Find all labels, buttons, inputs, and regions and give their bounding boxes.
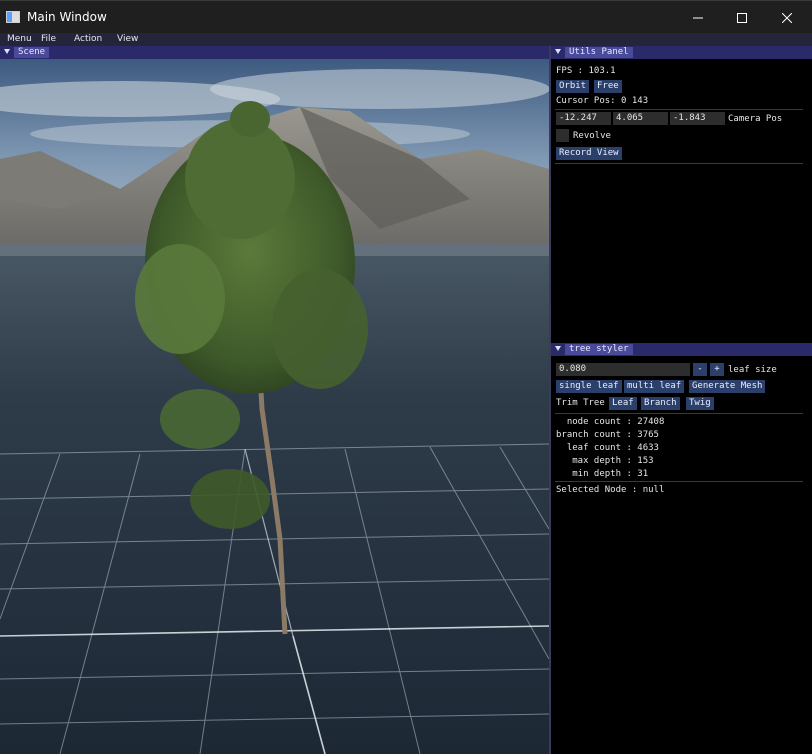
minimize-icon: [693, 17, 703, 18]
camera-pos-y-input[interactable]: 4.065: [613, 112, 668, 125]
trim-twig-button[interactable]: Twig: [686, 397, 714, 410]
selected-node-label: Selected Node : null: [556, 485, 665, 495]
camera-pos-label: Camera Pos: [728, 114, 783, 124]
free-button[interactable]: Free: [594, 80, 622, 93]
app-icon: [6, 11, 20, 23]
scene-render: [0, 59, 549, 754]
orbit-button[interactable]: Orbit: [556, 80, 590, 93]
separator: [555, 413, 803, 414]
collapse-triangle-icon[interactable]: [555, 49, 561, 54]
multi-leaf-button[interactable]: multi leaf: [624, 380, 685, 393]
collapse-triangle-icon[interactable]: [555, 346, 561, 351]
menu-item-view[interactable]: View: [117, 34, 138, 44]
scene-panel-header[interactable]: Scene: [0, 46, 549, 59]
generate-mesh-button[interactable]: Generate Mesh: [689, 380, 766, 393]
single-leaf-button[interactable]: single leaf: [556, 380, 622, 393]
min-depth-stat: min depth : 31: [556, 469, 649, 479]
leaf-size-decrement-button[interactable]: -: [693, 363, 707, 376]
window-title: Main Window: [27, 10, 107, 24]
separator: [555, 109, 803, 110]
close-button[interactable]: [765, 1, 809, 34]
revolve-checkbox[interactable]: [556, 129, 569, 142]
revolve-label: Revolve: [573, 131, 611, 141]
max-depth-stat: max depth : 153: [556, 456, 654, 466]
node-count-stat: node count : 27408: [556, 417, 665, 427]
scene-panel-title: Scene: [14, 47, 50, 58]
separator: [555, 163, 803, 164]
collapse-triangle-icon[interactable]: [4, 49, 10, 54]
menu-bar: Menu File Action View: [0, 33, 812, 46]
separator: [555, 481, 803, 482]
scene-viewport[interactable]: [0, 59, 549, 754]
camera-pos-z-input[interactable]: -1.843: [670, 112, 725, 125]
tree-styler-header[interactable]: tree styler: [551, 343, 812, 356]
menu-item-file[interactable]: File: [41, 34, 56, 44]
utils-panel-title: Utils Panel: [565, 47, 633, 58]
leaf-size-label: leaf size: [728, 365, 777, 375]
menu-item-action[interactable]: Action: [74, 34, 102, 44]
leaf-size-increment-button[interactable]: +: [710, 363, 724, 376]
minimize-button[interactable]: [676, 1, 720, 34]
close-icon: [782, 12, 792, 23]
maximize-icon: [737, 12, 747, 23]
cursor-pos-label: Cursor Pos: 0 143: [556, 96, 649, 106]
trim-leaf-button[interactable]: Leaf: [609, 397, 637, 410]
tree-styler-panel: [551, 356, 812, 754]
branch-count-stat: branch count : 3765: [556, 430, 659, 440]
fps-label: FPS : 103.1: [556, 66, 616, 76]
maximize-button[interactable]: [720, 1, 764, 34]
leaf-size-input[interactable]: 0.080: [556, 363, 690, 376]
menu-item-menu[interactable]: Menu: [7, 34, 32, 44]
window-titlebar: Main Window: [0, 0, 812, 33]
tree-styler-title: tree styler: [565, 344, 633, 355]
leaf-count-stat: leaf count : 4633: [556, 443, 659, 453]
trim-branch-button[interactable]: Branch: [641, 397, 680, 410]
camera-pos-x-input[interactable]: -12.247: [556, 112, 611, 125]
trim-tree-label: Trim Tree: [556, 398, 605, 408]
record-view-button[interactable]: Record View: [556, 147, 622, 160]
utils-panel-header[interactable]: Utils Panel: [551, 46, 812, 59]
